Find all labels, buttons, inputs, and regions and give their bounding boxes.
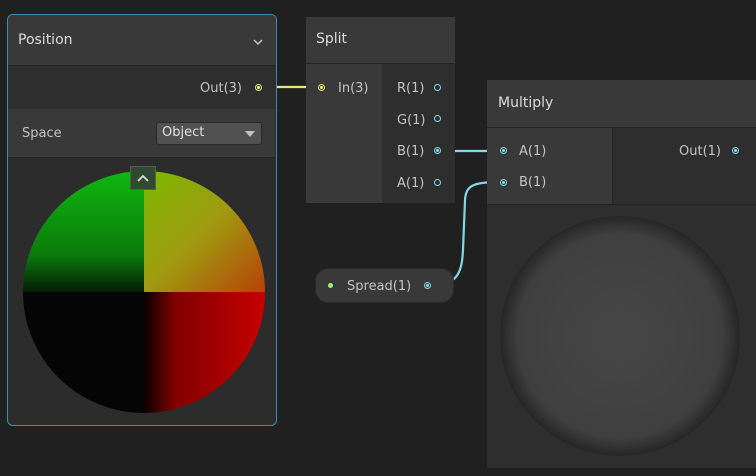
split-node[interactable]: Split In(3) R(1) G(1) B(1) A(1) — [306, 17, 455, 203]
position-output-row: Out(3) — [8, 66, 275, 109]
spread-property-node[interactable]: Spread(1) — [315, 268, 454, 303]
split-input-label: In(3) — [338, 81, 369, 96]
split-output-a-label: A(1) — [397, 176, 425, 191]
split-a-port[interactable] — [434, 179, 441, 186]
collapse-preview-button[interactable] — [130, 166, 156, 190]
space-dropdown[interactable]: Object — [156, 122, 262, 145]
spread-property-label: Spread(1) — [347, 279, 412, 294]
chevron-down-icon[interactable] — [252, 37, 264, 47]
split-b-port[interactable] — [434, 147, 441, 154]
dropdown-arrow-icon — [245, 131, 255, 137]
position-output-label: Out(3) — [200, 81, 242, 96]
multiply-preview — [487, 204, 756, 468]
position-node[interactable]: Position Out(3) Space Object — [7, 14, 277, 426]
multiply-inputs — [487, 128, 612, 204]
position-preview — [8, 158, 275, 424]
preview-sphere — [500, 216, 740, 456]
position-node-title: Position — [18, 32, 73, 48]
split-output-r-label: R(1) — [397, 81, 425, 96]
split-in-port[interactable] — [318, 84, 325, 91]
multiply-outputs — [612, 128, 756, 204]
multiply-a-port[interactable] — [500, 147, 507, 154]
property-exposed-dot — [328, 283, 333, 288]
position-settings: Space Object — [8, 109, 275, 158]
spread-out-port[interactable] — [424, 282, 431, 289]
position-node-header[interactable]: Position — [8, 15, 276, 66]
split-r-port[interactable] — [434, 84, 441, 91]
position-out-port[interactable] — [255, 84, 262, 91]
space-label: Space — [22, 126, 62, 141]
multiply-node-title: Multiply — [498, 95, 554, 111]
split-g-port[interactable] — [434, 115, 441, 122]
split-output-g-label: G(1) — [397, 113, 426, 128]
multiply-node-header[interactable]: Multiply — [487, 80, 756, 128]
space-dropdown-value: Object — [162, 125, 205, 140]
split-output-b-label: B(1) — [397, 144, 425, 159]
multiply-output-label: Out(1) — [679, 144, 721, 159]
split-node-header[interactable]: Split — [306, 17, 455, 64]
chevron-up-icon — [137, 174, 149, 182]
split-node-title: Split — [316, 31, 348, 47]
multiply-b-port[interactable] — [500, 179, 507, 186]
multiply-node[interactable]: Multiply A(1) B(1) Out(1) — [487, 80, 756, 468]
preview-sphere — [23, 171, 265, 413]
multiply-input-a-label: A(1) — [519, 144, 547, 159]
multiply-input-b-label: B(1) — [519, 175, 547, 190]
multiply-out-port[interactable] — [732, 147, 739, 154]
